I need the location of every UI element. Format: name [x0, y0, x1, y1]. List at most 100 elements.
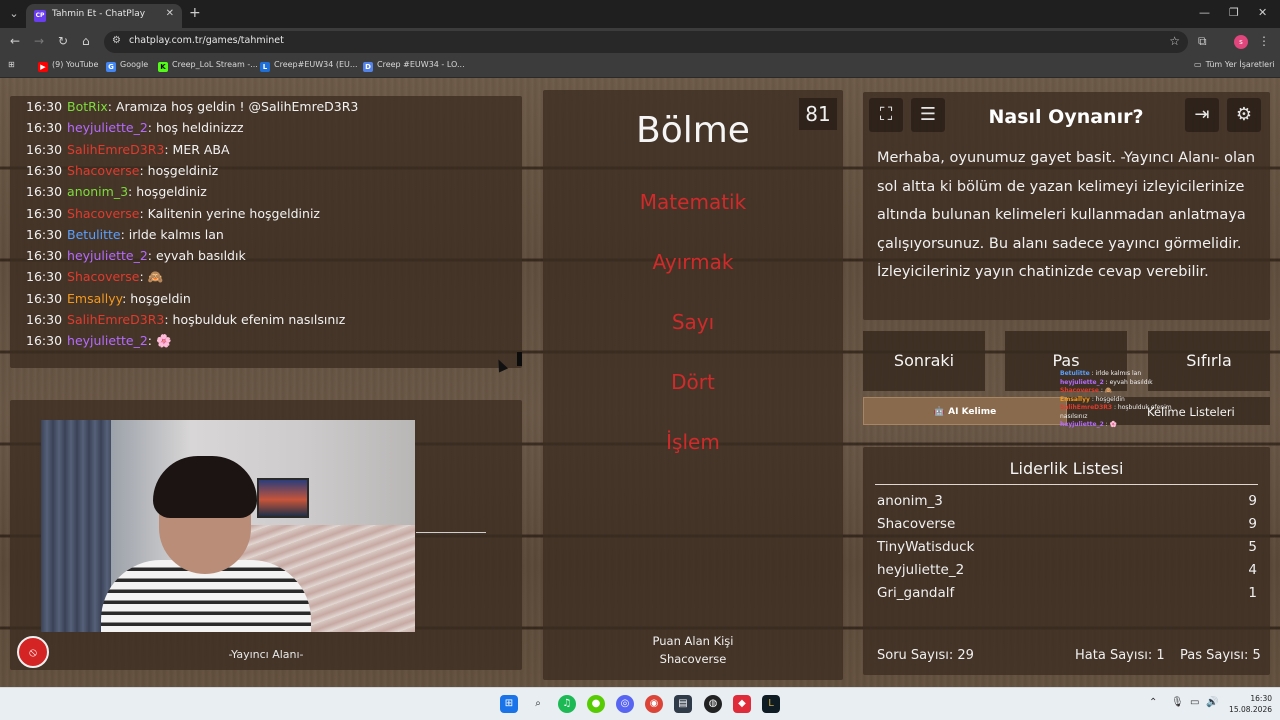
restore-icon[interactable]: ❐ [1229, 6, 1239, 19]
browser-toolbar: ← → ↻ ⌂ ⚙ chatplay.com.tr/games/tahminet… [0, 28, 1280, 56]
apps-grid-icon[interactable]: ⊞ [8, 60, 15, 69]
chat-text: : hoş heldinizzz [147, 120, 244, 136]
youtube-icon: ▶ [38, 62, 48, 72]
tab-close-icon[interactable]: ✕ [166, 8, 174, 19]
notes-icon[interactable]: ☰ [911, 98, 945, 132]
forward-icon[interactable]: → [34, 34, 44, 48]
gear-icon[interactable]: ⚙ [1227, 98, 1261, 132]
chat-scrollbar[interactable] [517, 352, 522, 366]
home-icon[interactable]: ⌂ [82, 34, 90, 48]
bookmark-star-icon[interactable]: ☆ [1169, 34, 1180, 48]
divider [416, 532, 486, 533]
chat-text: : Kalitenin yerine hoşgeldiniz [139, 205, 320, 221]
profile-avatar[interactable]: s [1234, 35, 1248, 49]
microphone-icon[interactable]: 🎙 [1171, 697, 1184, 708]
riot-client-icon[interactable]: ◆ [733, 695, 751, 713]
overlay-chat-line: Emsallyy : hoşgeldin [1060, 396, 1200, 405]
scorer-label: Puan Alan Kişi [652, 634, 734, 648]
chat-username[interactable]: Shacoverse [67, 269, 139, 284]
scorer-name: Shacoverse [659, 652, 727, 666]
chrome-icon[interactable]: ◉ [645, 695, 663, 713]
volume-icon[interactable]: 🔊 [1206, 697, 1218, 708]
exit-icon[interactable]: ⇥ [1185, 98, 1219, 132]
chat-username[interactable]: heyjuliette_2 [67, 248, 148, 263]
bookmark-google[interactable]: G Google [106, 60, 148, 72]
spotify-icon[interactable]: ♫ [558, 695, 576, 713]
chat-username[interactable]: Shacoverse [67, 163, 139, 178]
chat-username[interactable]: Shacoverse [67, 206, 139, 221]
chat-username[interactable]: heyjuliette_2 [67, 333, 148, 348]
back-icon[interactable]: ← [10, 34, 20, 48]
chat-message: 16:30 Shacoverse: 🙈 [26, 269, 163, 285]
forbidden-word: Matematik [639, 190, 747, 214]
bookmark-opgg[interactable]: D Creep #EUW34 - LO... [363, 60, 465, 72]
chat-message: 16:30 heyjuliette_2: 🌸 [26, 333, 172, 349]
question-count: Soru Sayısı: 29 [877, 648, 974, 663]
overlay-username: heyjuliette_2 [1060, 421, 1104, 428]
chat-username[interactable]: BotRix [67, 99, 108, 114]
player-name: heyjuliette_2 [877, 562, 965, 578]
streamer-area-label: -Yayıncı Alanı- [228, 648, 304, 661]
next-button[interactable]: Sonraki [863, 331, 985, 391]
chat-text: : Aramıza hoş geldin ! @SalihEmreD3R3 [107, 99, 359, 114]
chat-message: 16:30 SalihEmreD3R3: hoşbulduk efenim nas… [26, 312, 345, 327]
how-to-play-text: Merhaba, oyunumuz gayet basit. -Yayıncı … [877, 150, 1256, 280]
how-to-play-title: Nasıl Oynanır? [988, 106, 1144, 128]
chat-text: : MER ABA [164, 141, 230, 157]
chat-message: 16:30 Shacoverse: hoşgeldiniz [26, 163, 218, 178]
op-icon: D [363, 62, 373, 72]
player-name: Shacoverse [877, 516, 956, 532]
extensions-icon[interactable]: ⧉ [1198, 34, 1207, 49]
leaderboard-row: heyjuliette_2 4 [877, 562, 1257, 582]
tray-chevron-icon[interactable]: ⌃ [1149, 697, 1157, 708]
chat-message: 16:30 Shacoverse: Kalitenin yerine hoşgel… [26, 206, 320, 221]
chat-text: : hoşbulduk efenim nasılsınız [164, 312, 346, 327]
obs-icon[interactable]: ◍ [704, 695, 722, 713]
overlay-text: : 🙈 [1098, 387, 1113, 394]
site-info-icon[interactable]: ⚙ [112, 35, 121, 46]
chat-timestamp: 16:30 [26, 333, 63, 349]
minimize-icon[interactable]: — [1199, 6, 1210, 19]
bookmark-youtube[interactable]: ▶ (9) YouTube [38, 60, 98, 72]
duolingo-icon[interactable]: ● [587, 695, 605, 713]
bookmark-kick[interactable]: K Creep_LoL Stream -... [158, 60, 258, 72]
chat-username[interactable]: Betulitte [67, 227, 121, 242]
new-tab-icon[interactable]: + [189, 5, 201, 21]
address-bar[interactable]: ⚙ chatplay.com.tr/games/tahminet ☆ [104, 31, 1188, 53]
document-app-icon[interactable]: ▤ [674, 695, 692, 713]
chatplay-favicon-icon: CP [34, 10, 46, 22]
chat-username[interactable]: anonim_3 [67, 184, 128, 199]
tab-search-icon[interactable]: ⌄ [6, 6, 22, 22]
league-icon[interactable]: L [762, 695, 780, 713]
start-icon[interactable]: ⊞ [500, 695, 518, 713]
chat-username[interactable]: Emsallyy [67, 291, 122, 306]
chat-text: : hoşgeldiniz [139, 162, 219, 178]
discord-icon[interactable]: ◎ [616, 695, 634, 713]
chat-text: : hoşgeldin [122, 290, 191, 306]
network-icon[interactable]: ▭ [1190, 697, 1199, 708]
chat-message: 16:30 heyjuliette_2: eyvah basıldık [26, 248, 246, 263]
clock[interactable]: 16:30 15.08.2026 [1222, 693, 1272, 715]
chat-username[interactable]: SalihEmreD3R3 [67, 142, 164, 157]
clock-date: 15.08.2026 [1229, 705, 1272, 714]
leaderboard-panel: Liderlik Listesi anonim_3 9 Shacoverse 9 T… [863, 447, 1270, 675]
url-text[interactable]: chatplay.com.tr/games/tahminet [129, 35, 284, 46]
all-bookmarks[interactable]: ▭ Tüm Yer İşaretleri [1194, 60, 1275, 69]
overlay-chat-line: SalihEmreD3R3 : hoşbulduk efenim nasılsı… [1060, 404, 1200, 421]
browser-tab[interactable]: CP Tahmin Et - ChatPlay ✕ [26, 4, 182, 28]
chat-username[interactable]: heyjuliette_2 [67, 120, 148, 135]
menu-icon[interactable]: ⋮ [1258, 34, 1270, 48]
chat-text: : 🌸 [147, 333, 172, 349]
forbidden-word: Dört [671, 370, 715, 394]
reload-icon[interactable]: ↻ [58, 34, 68, 48]
close-window-icon[interactable]: ✕ [1258, 6, 1267, 19]
target-word: Bölme [636, 110, 750, 151]
leaderboard-row: TinyWatisduck 5 [877, 539, 1257, 559]
bookmark-lol[interactable]: L Creep#EUW34 (EU... [260, 60, 358, 72]
search-icon[interactable]: ⌕ [529, 695, 547, 713]
ai-word-button[interactable]: 🤖 AI Kelime [863, 397, 1067, 425]
chat-text: : hoşgeldiniz [128, 184, 207, 200]
chat-timestamp: 16:30 [26, 120, 63, 136]
fullscreen-icon[interactable]: ⛶ [869, 98, 903, 132]
chat-username[interactable]: SalihEmreD3R3 [67, 312, 164, 327]
